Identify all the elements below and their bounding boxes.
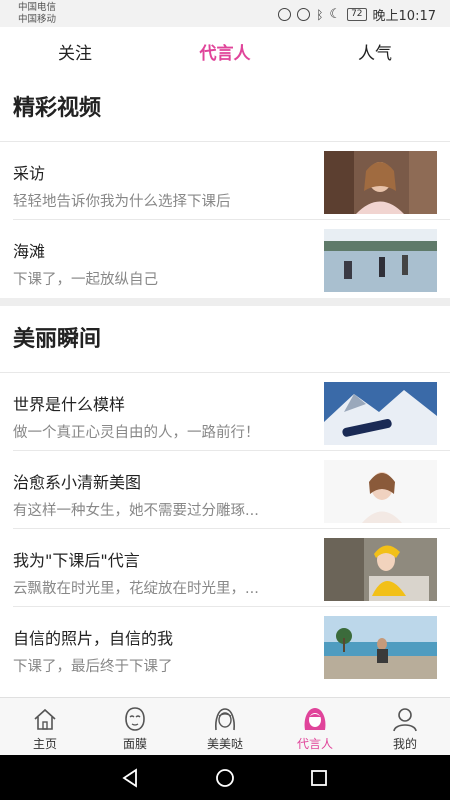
item-title: 采访: [13, 164, 46, 183]
spokesperson-icon: [304, 708, 326, 730]
nav-spokesperson[interactable]: 代言人: [270, 698, 360, 755]
girl-face-icon: [215, 708, 235, 731]
list-item[interactable]: 海滩 下课了，一起放纵自己: [13, 220, 450, 298]
item-thumbnail: [324, 616, 437, 679]
eye-icon: [278, 8, 292, 21]
content-feed[interactable]: 精彩视频 采访 轻轻地告诉你我为什么选择下课后 海滩 下课了，一起放纵自己 美丽…: [0, 75, 450, 697]
nav-facemask[interactable]: 面膜: [90, 698, 180, 755]
list-item[interactable]: 治愈系小清新美图 有这样一种女生，她不需要过分雕琢...: [13, 451, 450, 529]
section-divider: [0, 298, 450, 306]
nav-label: 我的: [392, 737, 417, 751]
item-subtitle: 轻轻地告诉你我为什么选择下课后: [13, 194, 231, 210]
nav-label: 主页: [32, 737, 57, 751]
item-title: 海滩: [13, 242, 46, 261]
nav-label: 面膜: [122, 737, 147, 751]
back-icon[interactable]: [120, 767, 142, 789]
section-videos: 精彩视频 采访 轻轻地告诉你我为什么选择下课后 海滩 下课了，一起放纵自己: [0, 75, 450, 298]
status-time: 晚上10:17: [372, 9, 436, 24]
tab-popular[interactable]: 人气: [300, 39, 450, 64]
face-mask-icon: [125, 707, 145, 731]
section-title: 美丽瞬间: [0, 306, 450, 373]
nav-label: 美美哒: [206, 737, 243, 751]
item-title: 世界是什么模样: [13, 395, 126, 414]
top-tab-bar: 关注 代言人 人气: [0, 27, 450, 75]
item-subtitle: 有这样一种女生，她不需要过分雕琢...: [13, 503, 259, 519]
home-circle-icon[interactable]: [214, 767, 236, 789]
item-title: 自信的照片，自信的我: [13, 629, 174, 648]
item-subtitle: 下课了，最后终于下课了: [13, 659, 173, 675]
bluetooth-icon: ᛒ: [316, 7, 324, 22]
item-thumbnail: [324, 151, 437, 214]
list-item[interactable]: 世界是什么模样 做一个真正心灵自由的人，一路前行！: [13, 373, 450, 451]
battery-indicator: 72: [347, 8, 367, 21]
item-subtitle: 做一个真正心灵自由的人，一路前行！: [13, 425, 260, 441]
nav-home[interactable]: 主页: [0, 698, 90, 755]
item-title: 治愈系小清新美图: [13, 473, 142, 492]
bottom-nav: 主页 面膜 美美哒 代言人 我的: [0, 697, 450, 755]
list-item[interactable]: 我为"下课后"代言 云飘散在时光里，花绽放在时光里，...: [13, 529, 450, 607]
item-subtitle: 下课了，一起放纵自己: [13, 272, 158, 288]
nav-meimeida[interactable]: 美美哒: [180, 698, 270, 755]
item-thumbnail: [324, 538, 437, 601]
item-thumbnail: [324, 460, 437, 523]
list-item[interactable]: 采访 轻轻地告诉你我为什么选择下课后: [13, 142, 450, 220]
list-item[interactable]: 自信的照片，自信的我 下课了，最后终于下课了: [13, 607, 450, 685]
item-subtitle: 云飘散在时光里，花绽放在时光里，...: [13, 581, 259, 597]
nav-mine[interactable]: 我的: [360, 698, 450, 755]
carrier-2: 中国移动: [18, 14, 57, 25]
item-title: 我为"下课后"代言: [13, 551, 140, 570]
nav-label: 代言人: [296, 737, 333, 751]
recents-icon[interactable]: [308, 767, 330, 789]
home-icon: [34, 708, 56, 730]
tab-follow[interactable]: 关注: [0, 39, 150, 64]
item-thumbnail: [324, 382, 437, 445]
alarm-icon: [297, 8, 311, 21]
carrier-1: 中国电信: [18, 2, 57, 13]
moon-icon: ☾: [329, 7, 342, 22]
item-thumbnail: [324, 229, 437, 292]
status-bar: 中国电信 中国移动 ᛒ ☾ 72 晚上10:17: [0, 0, 450, 27]
system-nav-bar: [0, 755, 450, 800]
tab-spokesperson[interactable]: 代言人: [150, 39, 300, 64]
user-icon: [393, 708, 417, 732]
section-moments: 美丽瞬间 世界是什么模样 做一个真正心灵自由的人，一路前行！ 治愈系小清新美图 …: [0, 306, 450, 685]
section-title: 精彩视频: [0, 75, 450, 142]
